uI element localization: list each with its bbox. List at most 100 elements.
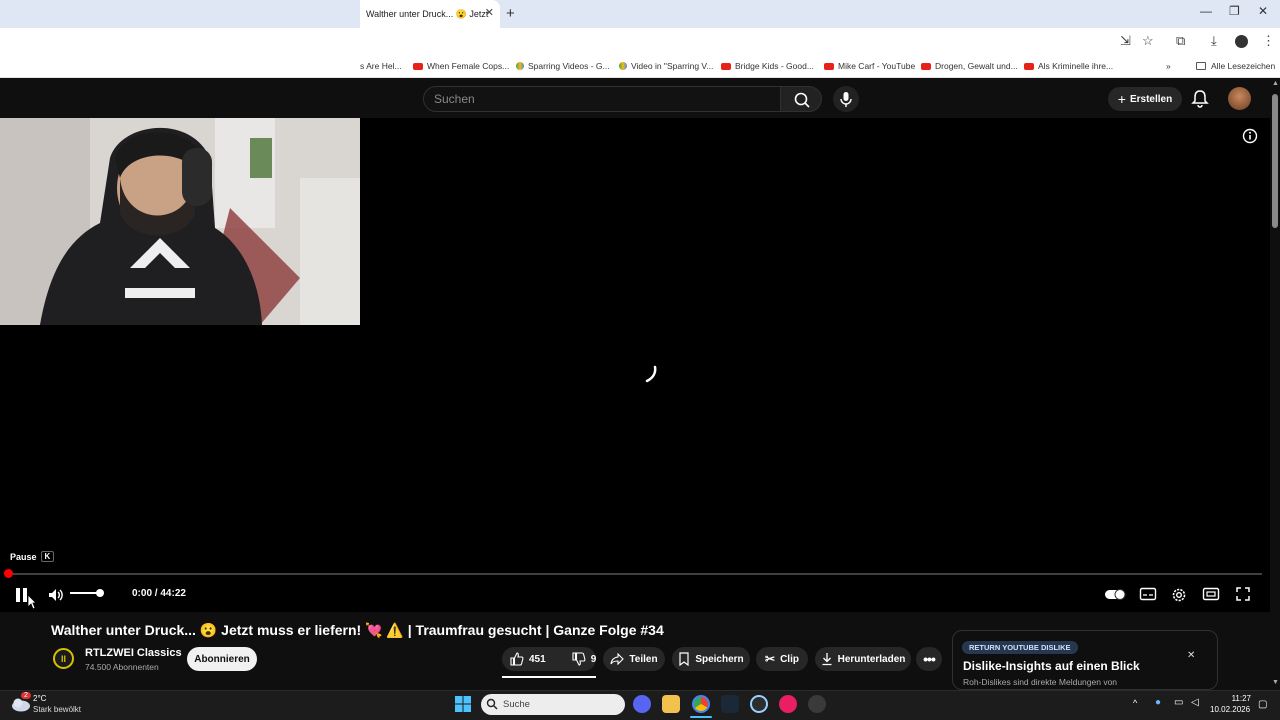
subscribe-button[interactable]: Abonnieren	[187, 647, 257, 671]
save-button[interactable]: Speichern	[672, 647, 750, 671]
autoplay-toggle-icon[interactable]	[1104, 586, 1126, 602]
steam-icon[interactable]	[721, 695, 739, 713]
weather-description[interactable]: Stark bewölkt	[33, 705, 81, 714]
search-button[interactable]	[780, 86, 822, 112]
bookmark-item[interactable]: Mike Carf - YouTube	[824, 61, 915, 71]
active-app-indicator	[690, 716, 712, 718]
extensions-icon[interactable]: ⧉	[1176, 33, 1185, 49]
thumbs-down-icon	[572, 652, 586, 666]
scroll-up-arrow-icon[interactable]: ▲	[1272, 80, 1279, 87]
dislike-button[interactable]: 9	[572, 652, 596, 666]
youtube-favicon-icon	[824, 62, 834, 70]
youtube-favicon-icon	[413, 62, 423, 70]
drive-favicon-icon	[516, 62, 524, 70]
clip-button[interactable]: ✂ Clip	[756, 647, 808, 671]
bookmark-item[interactable]: Als Kriminelle ihre...	[1024, 61, 1113, 71]
new-tab-icon[interactable]: +	[506, 5, 515, 22]
bookmark-item[interactable]: Sparring Videos - G...	[516, 61, 610, 71]
share-icon	[610, 653, 625, 665]
bookmark-item[interactable]: When Female Cops...	[413, 61, 509, 71]
subtitles-icon[interactable]	[1139, 586, 1157, 602]
ryd-close-icon[interactable]: ✕	[1187, 650, 1195, 661]
address-bar: ⇲ ☆ ⧉ ⤓ ⋮	[0, 28, 1280, 56]
download-button[interactable]: Herunterladen	[815, 647, 911, 671]
time-display: 0:00 / 44:22	[132, 588, 186, 599]
channel-logo[interactable]: II	[53, 648, 74, 669]
scrollbar-thumb[interactable]	[1272, 94, 1278, 228]
folder-icon	[1196, 62, 1206, 70]
youtube-header: Suchen	[0, 78, 1280, 118]
progress-scrubber[interactable]	[4, 569, 13, 578]
voice-search-button[interactable]	[833, 86, 859, 112]
ryd-title: Dislike-Insights auf einen Blick	[963, 659, 1140, 673]
downloads-icon[interactable]: ⤓	[1211, 33, 1217, 49]
bookmark-item[interactable]: Drogen, Gewalt und...	[921, 61, 1018, 71]
maximize-icon[interactable]: ❐	[1229, 4, 1240, 18]
taskbar-search-input[interactable]: Suche	[481, 694, 625, 715]
taskbar-clock-date[interactable]: 10.02.2026	[1210, 705, 1250, 714]
create-button[interactable]: + Erstellen	[1108, 87, 1182, 111]
taskbar-search-icon	[486, 698, 498, 710]
app-misc-icon[interactable]	[808, 695, 826, 713]
fullscreen-icon[interactable]	[1235, 586, 1251, 602]
user-avatar[interactable]	[1228, 87, 1251, 110]
loading-spinner-icon	[645, 365, 657, 383]
thumbs-up-icon	[510, 652, 524, 666]
download-icon	[822, 653, 832, 666]
install-app-icon[interactable]: ⇲	[1120, 33, 1131, 49]
app-c-icon[interactable]	[750, 695, 768, 713]
share-button[interactable]: Teilen	[603, 647, 665, 671]
progress-bar[interactable]	[8, 573, 1262, 575]
minimize-icon[interactable]: —	[1200, 4, 1212, 18]
window-close-icon[interactable]: ✕	[1258, 4, 1268, 18]
all-bookmarks-folder[interactable]: Alle Lesezeichen	[1196, 61, 1275, 71]
browser-tab-title: Walther unter Druck... 😮 Jetzt	[366, 8, 489, 19]
volume-knob[interactable]	[96, 589, 104, 597]
chrome-icon[interactable]	[692, 695, 710, 713]
taskbar-clock-time[interactable]: 11:27	[1221, 694, 1251, 703]
drive-favicon-icon	[619, 62, 627, 70]
media-player-icon[interactable]	[779, 695, 797, 713]
tray-microphone-icon[interactable]: ●	[1155, 697, 1161, 708]
bookmark-item[interactable]: Video in "Sparring V...	[619, 61, 713, 71]
like-button[interactable]: 451	[510, 652, 546, 666]
search-input[interactable]: Suchen	[423, 86, 781, 112]
pause-tooltip: Pause K	[10, 551, 55, 562]
search-icon	[794, 92, 810, 108]
info-icon[interactable]	[1242, 128, 1258, 144]
microphone-icon	[840, 92, 852, 107]
ryd-subtitle: Roh-Dislikes sind direkte Meldungen von	[963, 677, 1118, 687]
video-player[interactable]	[0, 118, 1270, 612]
profile-icon[interactable]	[1235, 35, 1248, 48]
scroll-down-arrow-icon[interactable]: ▼	[1272, 679, 1279, 686]
volume-icon[interactable]	[47, 586, 65, 604]
windows-start-icon[interactable]	[454, 695, 472, 713]
bookmarks-overflow-icon[interactable]: »	[1166, 61, 1171, 71]
more-actions-button[interactable]: •••	[916, 647, 942, 671]
theater-mode-icon[interactable]	[1202, 586, 1220, 602]
weather-badge: 2	[21, 692, 31, 699]
tray-overflow-icon[interactable]: ^	[1133, 698, 1137, 708]
video-title: Walther unter Druck... 😮 Jetzt muss er l…	[51, 622, 664, 638]
bookmark-item[interactable]: s Are Hel...	[360, 61, 402, 71]
bookmark-item[interactable]: Bridge Kids - Good...	[721, 61, 814, 71]
weather-temperature[interactable]: 2°C	[33, 694, 46, 703]
browser-tab-active[interactable]: Walther unter Druck... 😮 Jetzt ✕	[360, 0, 500, 28]
notifications-bell-icon[interactable]	[1191, 89, 1209, 109]
channel-name[interactable]: RTLZWEI Classics	[85, 647, 182, 659]
bookmark-star-icon[interactable]: ☆	[1142, 33, 1154, 49]
speaker-icon[interactable]: ◁	[1191, 697, 1199, 708]
file-explorer-icon[interactable]	[662, 695, 680, 713]
discord-icon[interactable]	[633, 695, 651, 713]
ryd-badge: RETURN YOUTUBE DISLIKE	[962, 641, 1078, 654]
like-dislike-group: 451 9	[502, 647, 596, 671]
network-icon[interactable]: ▭	[1174, 697, 1183, 708]
mouse-cursor-icon	[27, 594, 37, 610]
webcam-overlay	[0, 118, 360, 325]
plus-icon: +	[1117, 91, 1126, 107]
notification-center-icon[interactable]: ▢	[1258, 699, 1267, 710]
menu-kebab-icon[interactable]: ⋮	[1262, 33, 1275, 49]
subscriber-count: 74.500 Abonnenten	[85, 662, 159, 672]
settings-gear-icon[interactable]	[1170, 586, 1188, 604]
tab-close-icon[interactable]: ✕	[485, 6, 494, 19]
